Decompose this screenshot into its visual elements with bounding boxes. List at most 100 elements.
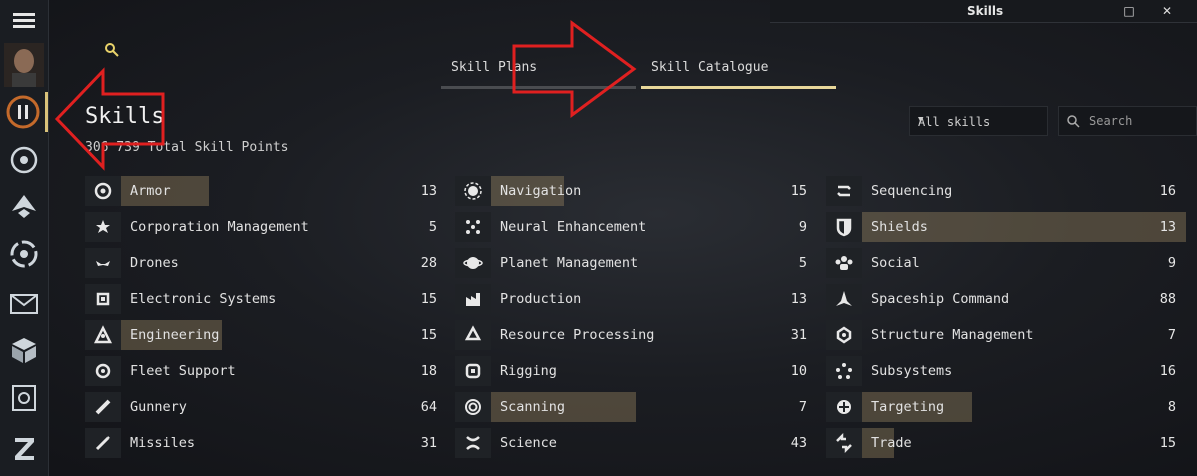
search-input[interactable]: [1087, 113, 1191, 129]
skill-category-row[interactable]: Gunnery 64: [85, 392, 437, 422]
skill-category-name: Production: [500, 291, 582, 307]
search-icon: [1067, 115, 1080, 128]
skill-category-row[interactable]: Resource Processing 31: [455, 320, 807, 350]
mail-button[interactable]: [0, 284, 48, 324]
skill-category-count: 10: [790, 363, 807, 379]
skill-category-row[interactable]: Electronic Systems 15: [85, 284, 437, 314]
skill-category-name: Resource Processing: [500, 327, 655, 343]
skill-category-count: 15: [1159, 435, 1176, 451]
drone-icon: [85, 248, 121, 278]
overview-button[interactable]: [0, 140, 48, 180]
skill-category-count: 16: [1159, 183, 1176, 199]
wallet-button[interactable]: [0, 378, 48, 418]
zkill-button[interactable]: [0, 428, 48, 468]
resource-icon: [455, 320, 491, 350]
rigging-icon: [455, 356, 491, 386]
production-icon: [455, 284, 491, 314]
skill-category-row[interactable]: Structure Management 7: [826, 320, 1186, 350]
skill-category-count: 64: [420, 399, 437, 415]
skill-category-count: 13: [790, 291, 807, 307]
skill-category-row[interactable]: Spaceship Command 88: [826, 284, 1186, 314]
skill-category-row[interactable]: Planet Management 5: [455, 248, 807, 278]
skill-category-name: Targeting: [871, 399, 945, 415]
skill-category-name: Trade: [871, 435, 912, 451]
agency-button[interactable]: [0, 234, 48, 274]
skill-category-count: 43: [790, 435, 807, 451]
magnifier-icon[interactable]: [104, 42, 120, 58]
search-box[interactable]: [1058, 106, 1197, 136]
armor-icon: [85, 176, 121, 206]
skill-category-row[interactable]: Science 43: [455, 428, 807, 458]
skill-category-row[interactable]: Social 9: [826, 248, 1186, 278]
character-portrait-button[interactable]: [0, 42, 48, 88]
skill-category-row[interactable]: Rigging 10: [455, 356, 807, 386]
skill-category-row[interactable]: Shields 13: [826, 212, 1186, 242]
crosshair-icon: [10, 146, 38, 174]
skill-category-row[interactable]: Fleet Support 18: [85, 356, 437, 386]
skill-filter-dropdown[interactable]: All skills ▼: [909, 106, 1048, 136]
skill-category-name: Spaceship Command: [871, 291, 1010, 307]
skill-category-name: Fleet Support: [130, 363, 236, 379]
close-icon: ✕: [1161, 4, 1173, 18]
planet-icon: [455, 248, 491, 278]
skill-category-row[interactable]: Subsystems 16: [826, 356, 1186, 386]
tab-skill-catalogue[interactable]: Skill Catalogue: [651, 60, 768, 75]
neocom-sidebar: [0, 0, 49, 476]
skill-category-row[interactable]: Targeting 8: [826, 392, 1186, 422]
maximize-button[interactable]: □: [1122, 4, 1136, 18]
structure-icon: [826, 320, 862, 350]
skill-category-name: Planet Management: [500, 255, 639, 271]
skill-category-name: Armor: [130, 183, 171, 199]
gunnery-icon: [85, 392, 121, 422]
navigation-icon: [455, 176, 491, 206]
skill-category-row[interactable]: Production 13: [455, 284, 807, 314]
skill-category-name: Neural Enhancement: [500, 219, 647, 235]
skill-category-name: Engineering: [130, 327, 220, 343]
skill-category-name: Drones: [130, 255, 179, 271]
skill-category-row[interactable]: Sequencing 16: [826, 176, 1186, 206]
targeting-icon: [826, 392, 862, 422]
skill-category-row[interactable]: Missiles 31: [85, 428, 437, 458]
skill-category-row[interactable]: Neural Enhancement 9: [455, 212, 807, 242]
skill-category-count: 9: [798, 219, 807, 235]
fleet-icon: [85, 356, 121, 386]
skill-category-row[interactable]: Navigation 15: [455, 176, 807, 206]
skill-category-count: 15: [790, 183, 807, 199]
cube-icon: [12, 338, 36, 363]
skill-category-count: 7: [1167, 327, 1176, 343]
skill-category-name: Sequencing: [871, 183, 953, 199]
skill-category-count: 88: [1159, 291, 1176, 307]
skill-category-count: 15: [420, 327, 437, 343]
skill-category-name: Social: [871, 255, 920, 271]
skill-category-row[interactable]: Drones 28: [85, 248, 437, 278]
close-button[interactable]: ✕: [1160, 4, 1174, 18]
menu-button[interactable]: [0, 0, 48, 40]
skill-category-count: 13: [1159, 219, 1176, 235]
skills-training-button[interactable]: [0, 92, 48, 132]
electronics-icon: [85, 284, 121, 314]
sequencing-icon: [826, 176, 862, 206]
skill-category-row[interactable]: Engineering 15: [85, 320, 437, 350]
skill-category-count: 16: [1159, 363, 1176, 379]
skill-category-row[interactable]: Scanning 7: [455, 392, 807, 422]
skill-category-count: 7: [798, 399, 807, 415]
skill-category-row[interactable]: Trade 15: [826, 428, 1186, 458]
skill-category-name: Corporation Management: [130, 219, 309, 235]
skill-category-row[interactable]: Corporation Management 5: [85, 212, 437, 242]
tab-skill-catalogue-underline: [641, 86, 836, 89]
social-icon: [826, 248, 862, 278]
safe-icon: [12, 385, 36, 411]
z-icon: [15, 438, 34, 460]
skill-category-name: Scanning: [500, 399, 566, 415]
inventory-button[interactable]: [0, 330, 48, 370]
chevron-down-icon: ▼: [918, 115, 924, 125]
skill-category-name: Gunnery: [130, 399, 187, 415]
ship-fitting-button[interactable]: [0, 186, 48, 226]
shield-icon: [826, 212, 862, 242]
avatar: [4, 43, 44, 87]
skill-category-count: 13: [420, 183, 437, 199]
skill-category-count: 9: [1167, 255, 1176, 271]
skill-category-name: Electronic Systems: [130, 291, 277, 307]
skill-category-row[interactable]: Armor 13: [85, 176, 437, 206]
skill-category-name: Subsystems: [871, 363, 953, 379]
